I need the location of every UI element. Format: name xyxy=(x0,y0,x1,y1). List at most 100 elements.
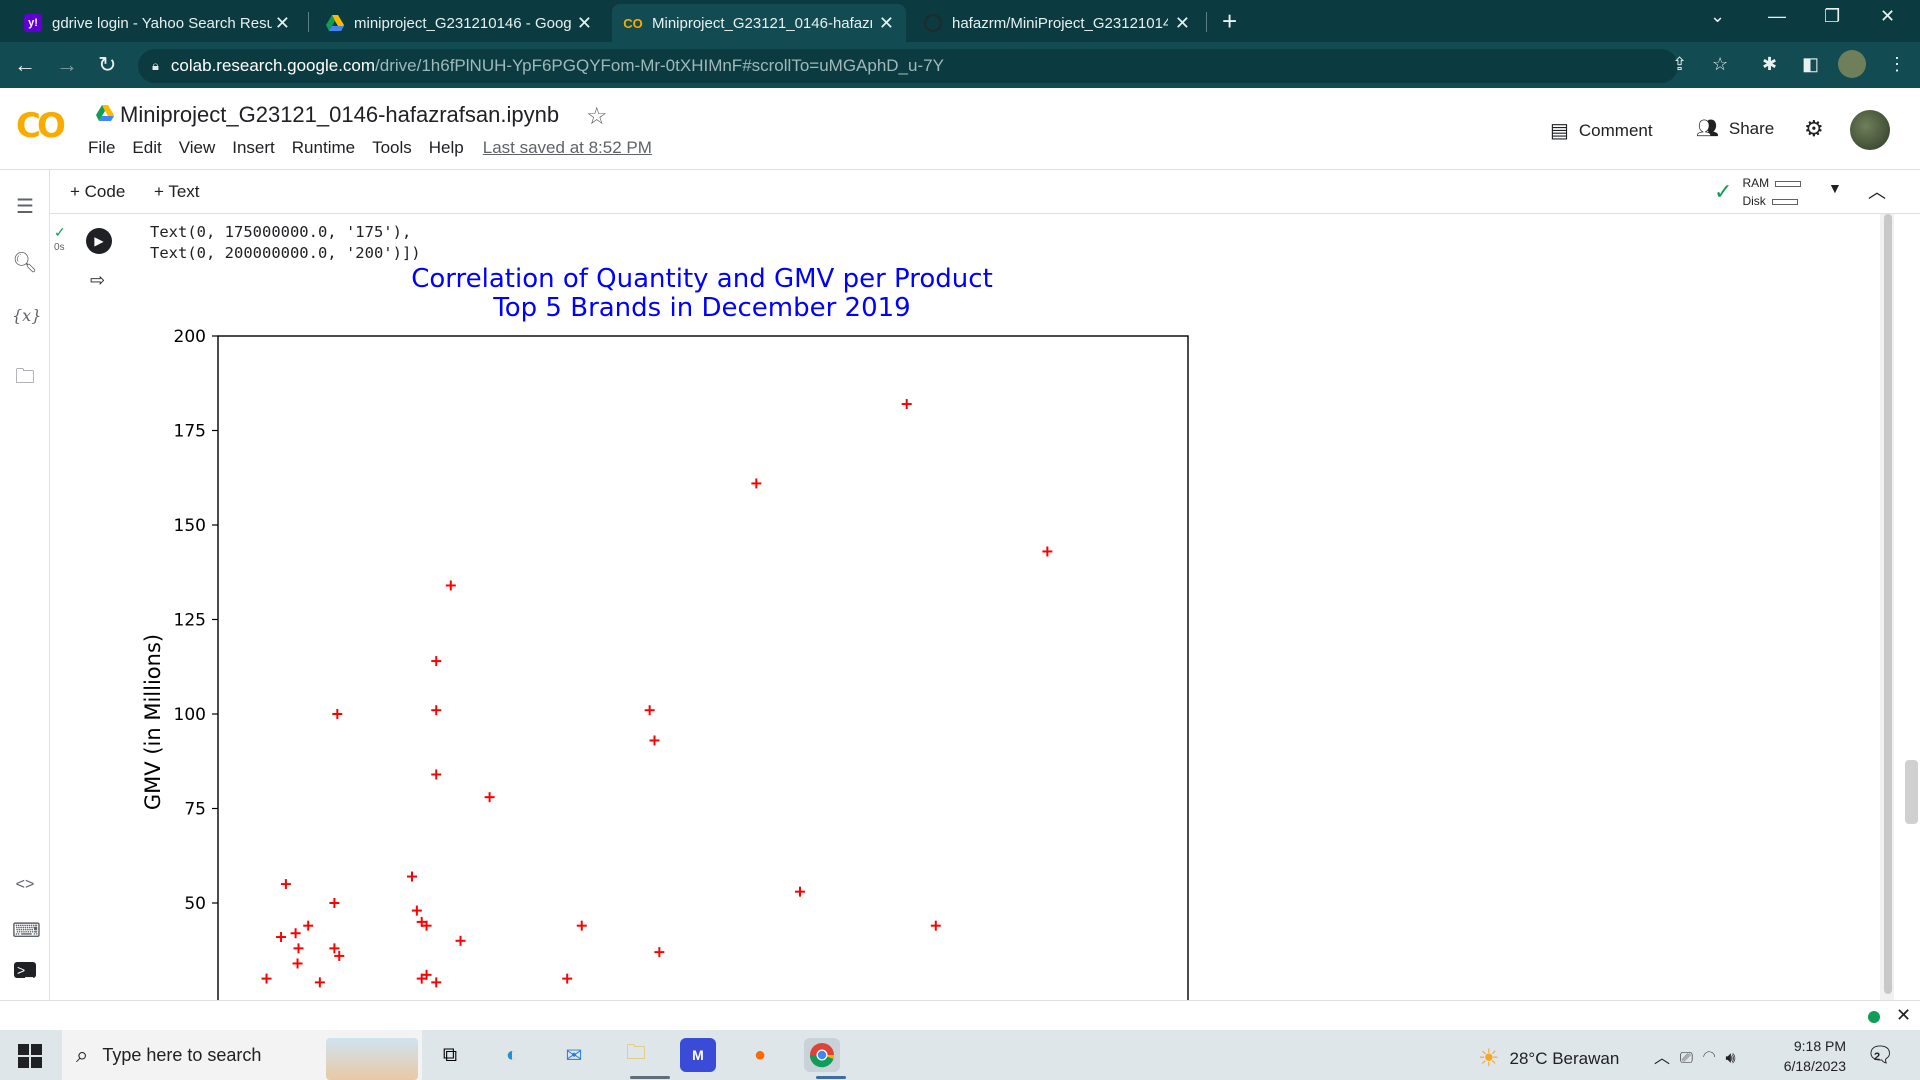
close-tab-icon[interactable]: ✕ xyxy=(275,13,290,34)
notebook-title[interactable]: Miniproject_G23121_0146-hafazrafsan.ipyn… xyxy=(96,102,559,128)
menu-insert[interactable]: Insert xyxy=(232,138,275,158)
add-code-button[interactable]: + Code xyxy=(70,182,125,202)
avatar[interactable] xyxy=(1850,110,1890,150)
y-axis-label: GMV (in Millions) xyxy=(141,634,165,810)
menu-file[interactable]: File xyxy=(88,138,115,158)
edge-browser-icon[interactable]: ◐ xyxy=(494,1038,530,1072)
close-tab-icon[interactable]: ✕ xyxy=(879,13,894,34)
close-tab-icon[interactable]: ✕ xyxy=(577,13,592,34)
clock-time: 9:18 PM xyxy=(1793,1038,1846,1054)
connection-status-dot[interactable] xyxy=(1868,1011,1880,1023)
colab-logo[interactable]: CO xyxy=(16,106,66,146)
extensions-puzzle-icon[interactable]: ✱ xyxy=(1762,54,1777,75)
side-panel-icon[interactable]: ◧ xyxy=(1802,54,1819,75)
notebook-scrollbar-thumb[interactable] xyxy=(1884,214,1892,994)
menu-help[interactable]: Help xyxy=(429,138,464,158)
chevron-up-icon[interactable]: ︿ xyxy=(1654,1050,1680,1067)
folder-icon[interactable]: 🗀︎ xyxy=(12,362,38,396)
tab-github-repo[interactable]: hafazrm/MiniProject_G231210146 ✕ xyxy=(912,4,1202,42)
search-highlight-illustration[interactable] xyxy=(326,1038,418,1080)
y-tick-label: 125 xyxy=(174,611,206,631)
windows-start-icon[interactable] xyxy=(18,1044,42,1068)
close-window-button[interactable]: ✕ xyxy=(1880,6,1895,27)
variables-icon[interactable]: {x} xyxy=(12,306,41,325)
url-path: /drive/1h6fPlNUH-YpF6PGQYFom-Mr-0tXHIMnF… xyxy=(375,56,944,75)
taskbar-clock[interactable]: 9:18 PM 6/18/2023 xyxy=(1772,1036,1846,1076)
scatter-point xyxy=(562,973,573,984)
volume-icon[interactable]: 🔊︎ xyxy=(1725,1050,1745,1067)
browser-menu-icon[interactable]: ⋮ xyxy=(1888,54,1906,75)
comment-button[interactable]: ▤ Comment xyxy=(1550,118,1653,143)
address-bar[interactable]: 🔒︎ colab.research.google.com/drive/1h6fP… xyxy=(138,49,1678,83)
y-tick-label: 50 xyxy=(184,894,206,914)
y-tick-label: 75 xyxy=(184,800,206,820)
meet-now-icon[interactable]: ⎚ xyxy=(1680,1050,1703,1067)
scatter-point xyxy=(290,928,301,939)
close-tab-icon[interactable]: ✕ xyxy=(1175,13,1190,34)
menu-tools[interactable]: Tools xyxy=(372,138,412,158)
scatter-point xyxy=(455,935,466,946)
scatter-point xyxy=(314,977,325,988)
weather-widget[interactable]: ☀ 28°C Berawan xyxy=(1478,1044,1619,1073)
reload-icon[interactable]: ↻ xyxy=(98,52,116,78)
scatter-point xyxy=(411,905,422,916)
share-page-icon[interactable]: ⇪ xyxy=(1672,54,1687,75)
tab-colab-notebook[interactable]: CO Miniproject_G23121_0146-hafazr ✕ xyxy=(612,4,906,42)
bookmark-star-icon[interactable]: ☆ xyxy=(1712,54,1728,75)
scatter-point xyxy=(292,958,303,969)
new-tab-button[interactable]: + xyxy=(1222,6,1237,37)
chevron-down-icon[interactable]: ▼ xyxy=(1828,180,1842,196)
menu-runtime[interactable]: Runtime xyxy=(292,138,355,158)
gear-icon[interactable]: ⚙ xyxy=(1804,116,1824,142)
notification-center-icon[interactable]: 🗨︎ 2 xyxy=(1866,1042,1894,1068)
close-icon[interactable]: ✕ xyxy=(1896,1005,1911,1026)
scatter-point xyxy=(329,898,340,908)
tab-search-chevron-icon[interactable]: ⌄ xyxy=(1710,6,1725,27)
y-tick-label: 200 xyxy=(174,327,206,347)
scatter-point xyxy=(332,709,343,719)
visual-studio-icon[interactable]: M xyxy=(680,1038,716,1072)
restore-button[interactable]: ❐ xyxy=(1824,6,1840,27)
file-explorer-icon[interactable]: 🗀︎ xyxy=(618,1038,654,1072)
page-scrollbar-thumb[interactable] xyxy=(1905,760,1918,824)
scatter-point xyxy=(293,943,304,954)
search-icon[interactable]: 🔍︎ xyxy=(12,250,38,275)
menu-view[interactable]: View xyxy=(179,138,216,158)
wifi-icon[interactable]: ◠ xyxy=(1703,1050,1726,1067)
lock-icon[interactable]: 🔒︎ xyxy=(152,58,159,74)
add-text-button[interactable]: + Text xyxy=(154,182,200,202)
table-of-contents-icon[interactable]: ☰ xyxy=(12,194,38,219)
task-view-icon[interactable]: ⧉ xyxy=(432,1038,468,1072)
firefox-icon[interactable]: ● xyxy=(742,1038,778,1072)
forward-arrow-icon[interactable]: → xyxy=(56,52,78,78)
scatter-point xyxy=(261,973,272,984)
active-indicator xyxy=(816,1076,846,1079)
collapse-header-icon[interactable]: ︿ xyxy=(1868,178,1886,204)
back-arrow-icon[interactable]: ← xyxy=(14,52,36,78)
terminal-icon[interactable]: >_ xyxy=(14,962,36,978)
search-icon: ⌕ xyxy=(76,1042,89,1067)
command-palette-icon[interactable]: ⌨ xyxy=(12,918,41,943)
menu-bar: File Edit View Insert Runtime Tools Help… xyxy=(88,138,669,158)
scatter-point xyxy=(649,735,660,746)
profile-avatar-icon[interactable] xyxy=(1838,50,1866,78)
tab-title: miniproject_G231210146 - Googl xyxy=(354,14,572,32)
colab-status-strip: ✕ xyxy=(0,1000,1920,1030)
scatter-point xyxy=(445,580,456,591)
yahoo-icon: y! xyxy=(24,14,42,32)
chrome-icon[interactable] xyxy=(804,1038,840,1072)
mail-icon[interactable]: ✉ xyxy=(556,1038,592,1072)
scatter-point xyxy=(901,399,912,410)
y-tick-label: 175 xyxy=(174,422,206,442)
system-tray[interactable]: ︿⎚◠🔊︎ xyxy=(1654,1044,1746,1068)
tab-yahoo-search[interactable]: y! gdrive login - Yahoo Search Resu ✕ xyxy=(12,4,302,42)
ram-label: RAM xyxy=(1742,176,1770,190)
last-saved-link[interactable]: Last saved at 8:52 PM xyxy=(483,138,652,158)
tab-google-drive[interactable]: miniproject_G231210146 - Googl ✕ xyxy=(314,4,604,42)
notebook-title-text[interactable]: Miniproject_G23121_0146-hafazrafsan.ipyn… xyxy=(120,102,559,128)
minimize-button[interactable]: — xyxy=(1768,6,1786,27)
menu-edit[interactable]: Edit xyxy=(132,138,161,158)
share-button[interactable]: 👥︎ Share xyxy=(1696,118,1774,139)
star-notebook-icon[interactable]: ☆ xyxy=(586,102,608,131)
code-snippets-icon[interactable]: <> xyxy=(12,876,38,894)
